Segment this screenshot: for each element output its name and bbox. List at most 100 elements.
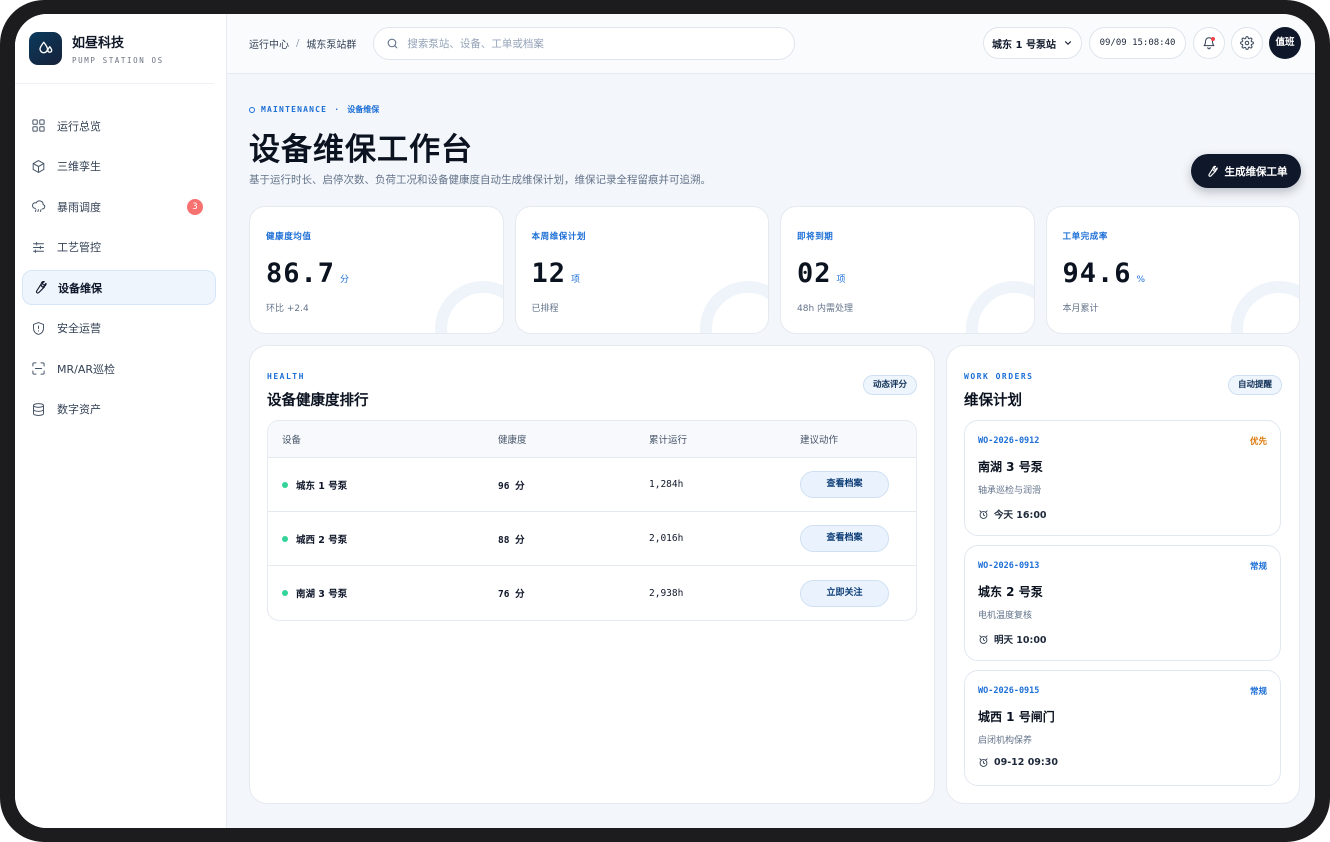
dynamic-score-tag: 动态评分 [862,375,917,395]
sidebar-item-label: 三维孪生 [57,160,101,173]
kpi-label: 即将到期 [797,232,834,242]
brand: 如昼科技 PUMP STATION OS [15,14,214,84]
kpi-value: 86.7 [266,258,336,289]
table-row: 南湖 3 号泵 76 分 2,938h 立即关注 [268,566,916,620]
alarm-clock-icon [979,634,988,644]
device-name: 南湖 3 号泵 [296,589,348,600]
work-order-time: 明天 10:00 [978,632,1047,646]
table-row: 城西 2 号泵 88 分 2,016h 查看档案 [268,512,916,566]
eyebrow-separator: · [334,105,341,114]
work-order-title: 南湖 3 号泵 [978,460,1043,474]
health-score: 96 分 [498,480,525,492]
main-content: 运行中心 / 城东泵站群 城东 1 号泵站 09/09 15:08:40 值班 [227,14,1315,828]
user-avatar[interactable]: 值班 [1269,27,1301,59]
search-box[interactable] [373,27,796,60]
status-dot [282,481,288,488]
view-archive-button[interactable]: 查看档案 [800,471,889,498]
sidebar-item-digital-twin[interactable]: 三维孪生 [22,149,216,184]
eyebrow-cn: 设备维保 [347,105,380,114]
priority-label: 常规 [1249,687,1267,697]
generate-work-order-button[interactable]: 生成维保工单 [1191,154,1301,188]
sidebar-item-process-control[interactable]: 工艺管控 [22,230,216,265]
scan-icon [32,362,45,375]
panel-eyebrow: WORK ORDERS [964,372,1034,381]
sidebar: 如昼科技 PUMP STATION OS 运行总览 三维孪生 暴雨调度 3 工艺… [15,14,227,828]
logo-icon [29,32,62,65]
work-order-title: 城东 2 号泵 [978,585,1043,599]
rain-cloud-icon [32,200,46,212]
work-order-task: 电机温度复核 [978,611,1033,621]
breadcrumb: 运行中心 / 城东泵站群 [249,36,356,51]
work-order-card[interactable]: WO-2026-0913 常规 城东 2 号泵 电机温度复核 明天 10:00 [964,545,1281,661]
health-score: 76 分 [498,589,525,600]
station-selector[interactable]: 城东 1 号泵站 [983,27,1082,59]
kpi-label: 健康度均值 [266,232,312,242]
sidebar-item-label: 设备维保 [58,281,102,295]
table-row: 城东 1 号泵 96 分 1,284h 查看档案 [268,458,916,512]
kpi-card-health-average: 健康度均值 86.7 分 环比 +2.4 [249,206,504,334]
generate-work-order-label: 生成维保工单 [1224,165,1288,178]
sidebar-item-label: 安全运营 [57,322,101,335]
work-order-id: WO-2026-0915 [978,686,1040,696]
runtime: 1,284h [649,479,684,490]
sidebar-item-label: 工艺管控 [57,241,101,254]
grid-icon [32,119,45,132]
work-order-id: WO-2026-0912 [978,436,1040,446]
sidebar-item-overview[interactable]: 运行总览 [22,108,216,143]
column-header: 累计运行 [649,435,688,446]
notifications-button[interactable] [1193,27,1225,59]
sidebar-item-label: 暴雨调度 [57,200,101,214]
breadcrumb-item[interactable]: 运行中心 [249,36,289,51]
column-header: 健康度 [498,435,527,446]
clock-display: 09/09 15:08:40 [1089,27,1186,59]
sidebar-item-label: 数字资产 [57,403,101,416]
station-selector-label: 城东 1 号泵站 [992,39,1056,51]
kpi-card-due-soon: 即将到期 02 项 48h 内需处理 [780,206,1035,334]
work-order-card[interactable]: WO-2026-0912 优先 南湖 3 号泵 轴承巡检与润滑 今天 16:00 [964,420,1281,536]
sidebar-item-label: MR/AR巡检 [57,362,116,376]
eyebrow-en: MAINTENANCE [261,105,328,114]
search-icon [388,38,398,49]
sidebar-item-safety[interactable]: 安全运营 [22,311,216,346]
work-order-card[interactable]: WO-2026-0915 常规 城西 1 号闸门 启闭机构保养 09-12 09… [964,670,1281,786]
runtime: 2,016h [649,533,684,544]
page-description: 基于运行时长、启停次数、负荷工况和设备健康度自动生成维保计划，维保记录全程留痕并… [249,174,711,186]
table-header: 设备 健康度 累计运行 建议动作 [268,421,916,458]
wrench-icon [35,280,47,294]
health-ranking-panel: HEALTH 设备健康度排行 动态评分 设备 健康度 累计运行 建议动作 城东 … [249,345,935,804]
priority-label: 常规 [1249,562,1267,572]
sidebar-item-maintenance[interactable]: 设备维保 [22,270,216,305]
view-archive-button[interactable]: 查看档案 [800,525,889,552]
breadcrumb-separator: / [296,38,300,49]
sidebar-item-digital-assets[interactable]: 数字资产 [22,392,216,427]
topbar: 运行中心 / 城东泵站群 城东 1 号泵站 09/09 15:08:40 值班 [227,14,1315,74]
settings-button[interactable] [1231,27,1263,59]
sidebar-item-label: 运行总览 [57,119,101,133]
database-icon [33,402,44,416]
attention-button[interactable]: 立即关注 [800,579,889,607]
kpi-value: 12 [531,258,567,289]
storm-alert-badge: 3 [187,199,203,215]
kpi-unit: % [1136,275,1146,285]
work-order-task: 轴承巡检与润滑 [978,486,1042,496]
kpi-card-weekly-plan: 本周维保计划 12 项 已排程 [514,206,769,334]
health-score: 88 分 [498,534,525,546]
gear-icon [1240,36,1254,50]
panel-title: 设备健康度排行 [267,393,369,409]
search-input[interactable] [407,37,768,50]
eyebrow-ring-icon [249,106,255,113]
work-order-title: 城西 1 号闸门 [978,710,1055,724]
priority-label: 优先 [1249,437,1267,447]
app-screen: 如昼科技 PUMP STATION OS 运行总览 三维孪生 暴雨调度 3 工艺… [15,14,1315,828]
sidebar-item-mr-ar[interactable]: MR/AR巡检 [22,351,216,386]
work-order-time-text: 09-12 09:30 [994,757,1058,768]
breadcrumb-item[interactable]: 城东泵站群 [306,36,356,51]
brand-name: 如昼科技 [72,36,125,51]
sidebar-item-storm-dispatch[interactable]: 暴雨调度 3 [22,189,216,224]
sliders-icon [33,241,44,253]
device-name: 城东 1 号泵 [296,480,348,492]
work-orders-panel: WORK ORDERS 维保计划 自动提醒 WO-2026-0912 优先 南湖… [946,345,1300,804]
wrench-icon [1207,165,1218,177]
kpi-card-completion-rate: 工单完成率 94.6% 本月累计 [1045,206,1300,334]
device-frame: 如昼科技 PUMP STATION OS 运行总览 三维孪生 暴雨调度 3 工艺… [0,0,1330,842]
